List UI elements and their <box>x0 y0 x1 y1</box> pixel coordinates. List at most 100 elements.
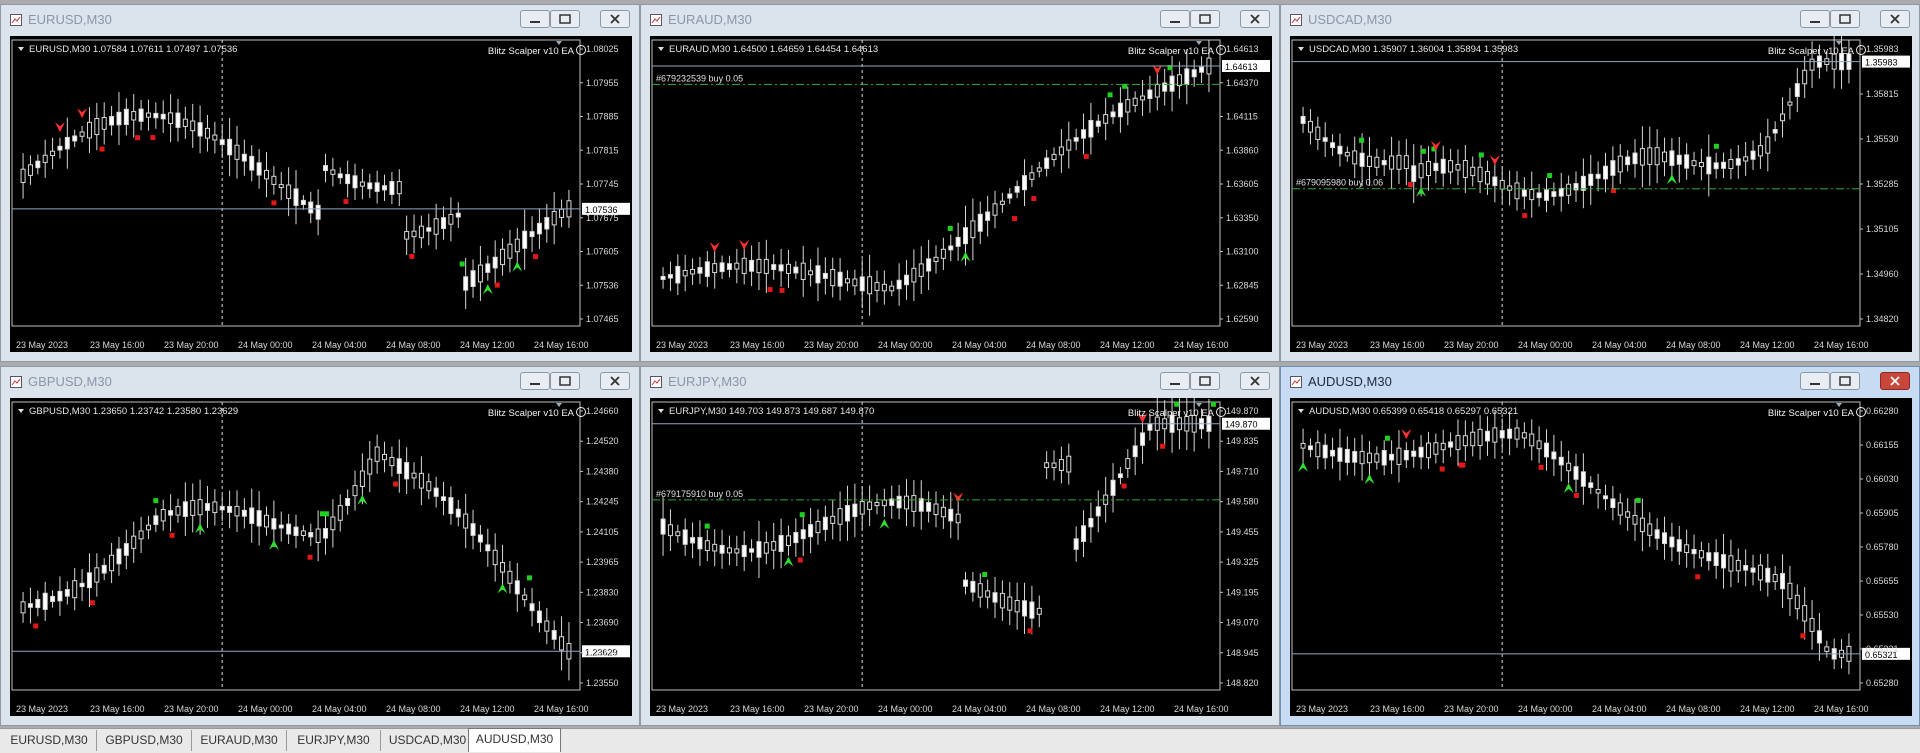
candle <box>551 630 557 640</box>
tab-usdcad[interactable]: USDCAD,M30 <box>381 730 475 751</box>
minimize-button[interactable] <box>1160 10 1190 28</box>
chart-window-5[interactable]: EURJPY,M30 #679175910 buy 0.05 149.870 149… <box>640 366 1280 726</box>
close-button[interactable] <box>1240 10 1270 28</box>
window-titlebar[interactable]: GBPUSD,M30 <box>1 367 639 397</box>
candle <box>470 523 476 536</box>
chart-menu-icon[interactable] <box>658 409 664 413</box>
time-axis-label: 23 May 16:00 <box>1370 704 1425 714</box>
candle <box>881 283 887 292</box>
close-button[interactable] <box>600 10 630 28</box>
price-axis-label: 149.835 <box>1226 436 1259 446</box>
shift-marker-icon[interactable] <box>1836 403 1842 407</box>
chart-window-6[interactable]: AUDUSD,M30 0.65321 0.66280 0.66155 0.66030 0… <box>1280 366 1920 726</box>
price-axis-label: 1.23690 <box>586 618 619 628</box>
price-chart[interactable]: 0.65321 0.66280 0.66155 0.66030 0.65905 0.657… <box>1290 398 1912 716</box>
tab-gbpusd[interactable]: GBPUSD,M30 <box>97 730 192 751</box>
buy-arrow-icon <box>497 583 508 594</box>
candle <box>682 269 688 277</box>
candle <box>785 263 791 274</box>
minimize-button[interactable] <box>1800 10 1830 28</box>
minimize-button[interactable] <box>520 10 550 28</box>
chart-menu-icon[interactable] <box>1298 47 1304 51</box>
maximize-button[interactable] <box>550 10 580 28</box>
price-chart[interactable]: #679095980 buy 0.06 1.35983 1.35983 1.35815… <box>1290 36 1912 352</box>
candle <box>212 134 218 141</box>
shift-marker-icon[interactable] <box>556 403 562 407</box>
maximize-button[interactable] <box>1830 372 1860 390</box>
candle <box>1073 538 1079 550</box>
price-chart[interactable]: #679175910 buy 0.05 149.870 149.870 149.835… <box>650 398 1272 716</box>
window-titlebar[interactable]: USDCAD,M30 <box>1281 5 1919 35</box>
maximize-button[interactable] <box>550 372 580 390</box>
candle <box>940 248 946 259</box>
chart-window-3[interactable]: USDCAD,M30 #679095980 buy 0.06 1.35983 1.3… <box>1280 4 1920 362</box>
candle <box>345 498 351 506</box>
window-titlebar[interactable]: EURJPY,M30 <box>641 367 1279 397</box>
candle <box>1125 99 1131 113</box>
candle <box>79 582 85 588</box>
candle <box>1639 148 1645 166</box>
minimize-button[interactable] <box>520 372 550 390</box>
candle <box>323 165 329 172</box>
candle <box>1125 458 1131 469</box>
candle <box>64 136 70 150</box>
chart-menu-icon[interactable] <box>18 47 24 51</box>
window-titlebar[interactable]: EURAUD,M30 <box>641 5 1279 35</box>
candle <box>1772 128 1778 134</box>
candle <box>1750 150 1756 160</box>
chart-header: USDCAD,M30 1.35907 1.36004 1.35894 1.359… <box>1309 44 1518 55</box>
candle <box>315 528 321 544</box>
time-axis-label: 23 May 16:00 <box>90 704 145 714</box>
price-axis-label: 148.820 <box>1226 678 1259 688</box>
candle <box>690 537 696 544</box>
close-button[interactable] <box>1240 372 1270 390</box>
minimize-button[interactable] <box>1800 372 1830 390</box>
maximize-button[interactable] <box>1190 372 1220 390</box>
candle <box>94 118 100 136</box>
window-titlebar[interactable]: AUDUSD,M30 <box>1281 367 1919 397</box>
candle <box>263 514 269 528</box>
candle <box>1140 432 1146 446</box>
maximize-button[interactable] <box>1830 10 1860 28</box>
time-axis-label: 23 May 16:00 <box>730 340 785 350</box>
maximize-button[interactable] <box>1190 10 1220 28</box>
close-button[interactable] <box>600 372 630 390</box>
tab-audusd[interactable]: AUDUSD,M30 <box>468 728 561 752</box>
candle <box>1551 451 1557 460</box>
candle <box>1448 441 1454 448</box>
chart-menu-icon[interactable] <box>1298 409 1304 413</box>
candle <box>1315 442 1321 458</box>
minimize-button[interactable] <box>1160 372 1190 390</box>
time-axis-label: 24 May 04:00 <box>1592 340 1647 350</box>
chart-menu-icon[interactable] <box>18 409 24 413</box>
close-button[interactable] <box>1880 372 1910 390</box>
candle <box>20 168 26 183</box>
time-axis-label: 24 May 04:00 <box>952 704 1007 714</box>
maximize-icon <box>1839 376 1851 386</box>
tab-eurjpy[interactable]: EURJPY,M30 <box>287 730 381 751</box>
chart-window-1[interactable]: EURUSD,M30 1.07536 1.08025 1.07955 1.07885 1… <box>0 4 640 362</box>
candle <box>1750 567 1756 573</box>
time-axis-label: 24 May 04:00 <box>952 340 1007 350</box>
tab-euraud[interactable]: EURAUD,M30 <box>192 730 287 751</box>
candle <box>1507 428 1513 439</box>
buy-signal-dot <box>1359 137 1365 143</box>
price-axis-label: 1.62590 <box>1226 314 1259 324</box>
sell-signal-dot <box>89 600 95 606</box>
close-button[interactable] <box>1880 10 1910 28</box>
shift-marker-icon[interactable] <box>1196 403 1202 407</box>
chart-window-2[interactable]: EURAUD,M30 #679232539 buy 0.05 1.64613 1.6… <box>640 4 1280 362</box>
chart-window-4[interactable]: GBPUSD,M30 1.23629 1.24660 1.24520 1.24380 1… <box>0 366 640 726</box>
candle <box>1794 83 1800 97</box>
shift-marker-icon[interactable] <box>556 41 562 45</box>
candle <box>308 201 314 214</box>
price-chart[interactable]: 1.23629 1.24660 1.24520 1.24380 1.24245 1.241… <box>10 398 632 716</box>
price-chart[interactable]: #679232539 buy 0.05 1.64613 1.64613 1.64370… <box>650 36 1272 352</box>
trade-label: #679175910 buy 0.05 <box>656 489 743 499</box>
window-titlebar[interactable]: EURUSD,M30 <box>1 5 639 35</box>
candle <box>116 111 122 126</box>
tab-eurusd[interactable]: EURUSD,M30 <box>2 730 97 751</box>
chart-menu-icon[interactable] <box>658 47 664 51</box>
price-chart[interactable]: 1.07536 1.08025 1.07955 1.07885 1.07815 1.077… <box>10 36 632 352</box>
shift-marker-icon[interactable] <box>1196 41 1202 45</box>
